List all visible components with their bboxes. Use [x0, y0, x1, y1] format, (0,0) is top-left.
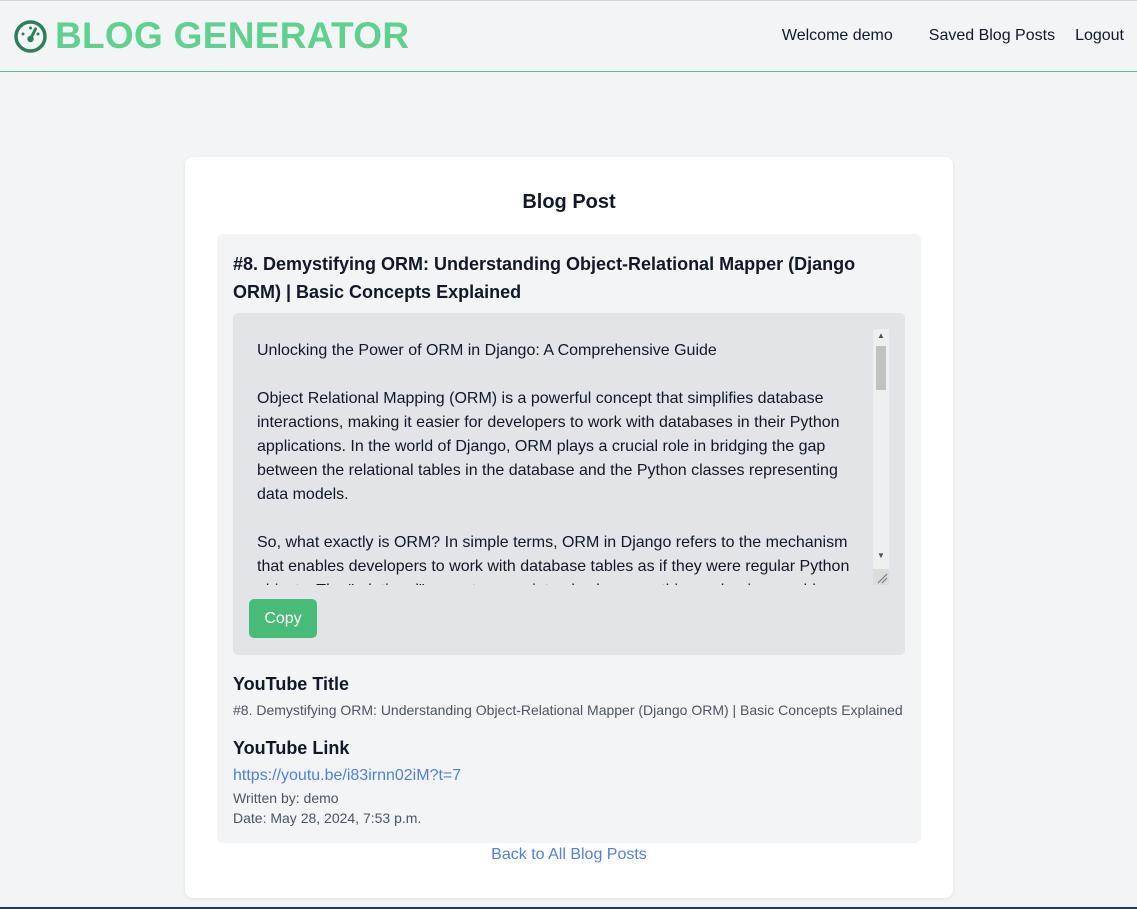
resize-handle-icon[interactable] [873, 569, 889, 585]
youtube-title-heading: YouTube Title [233, 674, 349, 694]
content-paragraph: Unlocking the Power of ORM in Django: A … [257, 342, 717, 359]
content-paragraph: So, what exactly is ORM? In simple terms… [257, 534, 850, 585]
brand[interactable]: BLOG GENERATOR [14, 15, 409, 57]
blog-post-card: Blog Post #8. Demystifying ORM: Understa… [185, 157, 953, 898]
youtube-title-value: #8. Demystifying ORM: Understanding Obje… [233, 702, 903, 718]
back-to-all-posts-link[interactable]: Back to All Blog Posts [185, 846, 953, 864]
saved-blog-posts-link[interactable]: Saved Blog Posts [929, 27, 1055, 45]
author-text: Written by: demo [233, 790, 339, 806]
welcome-text: Welcome demo [781, 27, 893, 44]
scroll-up-arrow-icon[interactable]: ▲ [873, 329, 889, 343]
speedometer-icon [14, 19, 47, 53]
scroll-down-arrow-icon[interactable]: ▼ [873, 549, 889, 563]
nav-links: Welcome demo Saved Blog Posts Logout [782, 27, 1124, 45]
copy-button[interactable]: Copy [249, 599, 317, 638]
scroll-thumb[interactable] [876, 346, 886, 390]
blog-content-textarea[interactable]: Unlocking the Power of ORM in Django: A … [241, 327, 889, 585]
blog-content-text: Unlocking the Power of ORM in Django: A … [241, 327, 857, 585]
youtube-link-heading: YouTube Link [233, 738, 350, 758]
youtube-link[interactable]: https://youtu.be/i83irnn02iM?t=7 [233, 767, 461, 785]
content-container: Unlocking the Power of ORM in Django: A … [233, 313, 905, 655]
blog-post-panel: #8. Demystifying ORM: Understanding Obje… [217, 234, 921, 843]
card-title: Blog Post [522, 191, 616, 213]
top-navbar: BLOG GENERATOR Welcome demo Saved Blog P… [0, 1, 1137, 72]
brand-title: BLOG GENERATOR [55, 15, 410, 56]
content-paragraph: Object Relational Mapping (ORM) is a pow… [257, 390, 840, 503]
content-scrollbar[interactable]: ▲ ▼ [873, 329, 889, 585]
logout-link[interactable]: Logout [1075, 27, 1124, 45]
post-date: Date: May 28, 2024, 7:53 p.m. [233, 810, 422, 826]
post-title: #8. Demystifying ORM: Understanding Obje… [233, 254, 856, 302]
